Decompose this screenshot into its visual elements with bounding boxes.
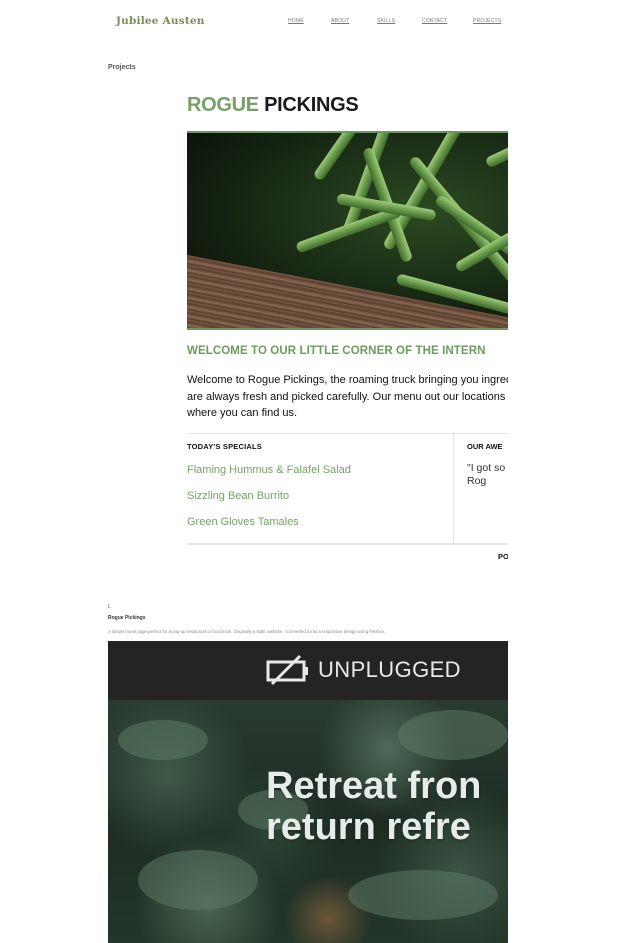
nav-skills-link[interactable]: SKILLS xyxy=(377,18,395,24)
special-item: Sizzling Bean Burrito xyxy=(187,490,290,502)
welcome-heading: WELCOME TO OUR LITTLE CORNER OF THE INTE… xyxy=(187,345,486,357)
reviews-heading: OUR AWE xyxy=(467,442,503,451)
special-item: Green Gloves Tamales xyxy=(187,516,299,528)
hero-line-2: return refre xyxy=(266,806,471,848)
title-green-word: ROGUE xyxy=(187,94,259,116)
nav-home-link[interactable]: HOME xyxy=(288,18,304,24)
review-quote: "I got so falafel sa inhale n was sup yo… xyxy=(467,462,508,487)
project-name[interactable]: Rogue Pickings xyxy=(108,615,146,621)
footer-cut-text: PO xyxy=(498,552,508,561)
hero-line-1: Retreat fron xyxy=(266,765,482,807)
section-heading: Projects xyxy=(108,64,136,71)
rogue-pickings-title: ROGUE PICKINGS xyxy=(187,94,359,117)
column-divider xyxy=(453,433,454,543)
special-item: Flaming Hummus & Falafel Salad xyxy=(187,464,351,476)
project-preview-rogue-pickings[interactable]: ROGUE PICKINGS WELCOME TO OUR LITTLE COR… xyxy=(108,80,508,580)
caption-mark: L xyxy=(108,604,111,610)
project-preview-unplugged[interactable]: UNPLUGGED Retreat fron return refre xyxy=(108,641,508,943)
project-description: A simple home page perfect for a pop-up … xyxy=(108,629,386,634)
specials-list: Flaming Hummus & Falafel Salad Sizzling … xyxy=(187,464,351,542)
site-header: Jubilee Austen HOME ABOUT SKILLS CONTACT… xyxy=(0,0,635,44)
nav-contact-link[interactable]: CONTACT xyxy=(422,18,447,24)
intro-paragraph: Welcome to Rogue Pickings, the roaming t… xyxy=(187,374,508,419)
nav-projects-link[interactable]: PROJECTS xyxy=(473,18,501,24)
unplugged-logo-icon xyxy=(266,654,308,686)
divider xyxy=(187,433,508,434)
main-nav: HOME ABOUT SKILLS CONTACT PROJECTS xyxy=(0,18,635,28)
divider xyxy=(187,543,508,545)
specials-heading: TODAY'S SPECIALS xyxy=(187,442,263,451)
unplugged-hero-heading: Retreat fron return refre xyxy=(266,766,481,848)
title-dark-word: PICKINGS xyxy=(264,94,359,116)
unplugged-header-bar: UNPLUGGED xyxy=(108,641,508,700)
green-beans-hero-image xyxy=(187,131,508,330)
nav-about-link[interactable]: ABOUT xyxy=(331,18,349,24)
unplugged-logo-text: UNPLUGGED xyxy=(318,657,461,682)
